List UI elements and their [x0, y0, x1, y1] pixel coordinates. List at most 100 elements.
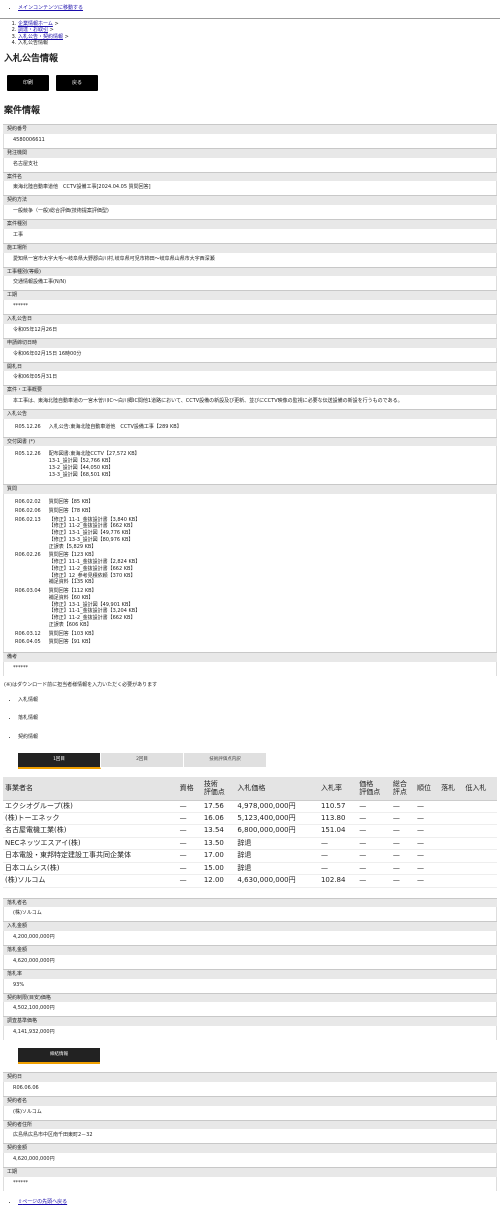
- table-cell: 13.54: [201, 824, 236, 838]
- field-label: 案件種別: [3, 219, 497, 229]
- file-link[interactable]: 配布図書:東海北陸CCTV【27,572 KB】 13-1_設計図【52,766…: [49, 451, 146, 478]
- table-cell: —: [318, 862, 358, 876]
- table-cell: (株)トーエネック: [3, 812, 178, 826]
- table-cell: 113.80: [318, 812, 358, 826]
- table-cell: —: [357, 824, 391, 838]
- tab-tech-score[interactable]: 技術評価点内訳: [184, 752, 267, 767]
- field-value: 令和06年02月15日 16時00分: [3, 347, 497, 362]
- table-cell: —: [357, 862, 391, 876]
- page-title: 入札公告情報: [4, 53, 59, 64]
- table-cell: —: [318, 837, 358, 851]
- field-value: R06.02.02 質問回答【85 KB】 R06.02.06 質問回答【78 KB】…: [3, 494, 497, 653]
- file-row: R05.12.26 配布図書:東海北陸CCTV【27,572 KB】 13-1_設…: [15, 451, 146, 478]
- file-link[interactable]: 質問回答【123 KB】 【修正】11-1_金抜設計書【2,824 KB】 【修…: [49, 552, 146, 586]
- skip-to-content-link[interactable]: メインコンテンツに移動する: [18, 5, 83, 11]
- table-cell: —: [390, 812, 415, 826]
- file-list: R05.12.26 入札公告:東海北陸自動車道他 CCTV設備工事【289 KB】: [13, 422, 190, 433]
- contract-field-label: 契約者住所: [3, 1119, 497, 1130]
- table-cell: 17.00: [201, 849, 236, 863]
- contract-field-value: 4,620,000,000円: [3, 1153, 497, 1168]
- table-cell: —: [415, 874, 440, 888]
- field-value: 本工事は、東海北陸自動車道の一宮木曽川IC～白川郷IC間他1道路において、CCT…: [3, 395, 497, 410]
- table-cell: 151.04: [318, 824, 358, 838]
- file-link[interactable]: 質問回答【112 KB】 補足資料【60 KB】 【修正】13-1_設計図【49…: [49, 588, 146, 629]
- table-row: NECネッツエスアイ(株) —13.50 辞退 — — — —: [3, 837, 497, 851]
- table-cell: エクシオグループ(株): [3, 800, 178, 814]
- table-cell: —: [357, 837, 391, 851]
- contract-field-label: 契約者名: [3, 1095, 497, 1106]
- file-date: R06.02.02: [15, 499, 41, 506]
- file-link[interactable]: 質問回答【78 KB】: [49, 508, 146, 515]
- column-header: 総合 評点: [390, 776, 415, 801]
- file-link[interactable]: 質問回答【91 KB】: [49, 639, 146, 646]
- table-cell: —: [357, 800, 391, 814]
- breadcrumb-link[interactable]: 入札公告・契約情報: [18, 34, 63, 40]
- file-date: R06.02.26: [15, 552, 41, 559]
- table-cell: 17.56: [201, 800, 236, 814]
- table-cell: 日本電設・東邦特定建設工事共同企業体: [3, 849, 178, 863]
- table-cell: —: [390, 800, 415, 814]
- info-link[interactable]: 契約情報: [18, 734, 38, 740]
- file-date: R06.03.12: [15, 630, 41, 637]
- breadcrumb-link[interactable]: 調達・お取引: [18, 27, 48, 33]
- tab-round-2[interactable]: 2回目: [101, 752, 184, 767]
- page-top-link[interactable]: ⇧ページの先頭へ戻る: [18, 1199, 67, 1205]
- tab-round-1[interactable]: 1回目: [18, 752, 101, 769]
- info-link[interactable]: 落札情報: [18, 715, 38, 721]
- file-date: R05.12.26: [15, 423, 41, 430]
- file-link[interactable]: 【修正】11-1_金抜設計書【3,840 KB】 【修正】11-2_金抜設計書【…: [49, 517, 146, 551]
- tab-contract-info[interactable]: 締結情報: [18, 1048, 100, 1065]
- bikou: 備考 ******: [3, 652, 497, 676]
- contract-field-value: R06.06.06: [3, 1081, 497, 1096]
- table-cell: —: [390, 824, 415, 838]
- table-cell: [463, 862, 497, 876]
- file-date: R06.04.05: [15, 639, 41, 646]
- table-cell: 名古屋電機工業(株): [3, 824, 178, 838]
- file-link[interactable]: 入札公告:東海北陸自動車道他 CCTV設備工事【289 KB】: [49, 424, 188, 431]
- table-cell: —: [415, 800, 440, 814]
- file-row: R06.02.06 質問回答【78 KB】: [15, 508, 146, 515]
- table-cell: —: [177, 862, 202, 876]
- divider: [0, 17, 500, 19]
- field-value: ******: [3, 661, 497, 676]
- table-cell: —: [415, 849, 440, 863]
- column-header: 入札率: [318, 776, 358, 801]
- file-link[interactable]: 質問回答【103 KB】: [49, 631, 146, 638]
- column-header: 落札: [439, 776, 464, 801]
- column-header: 事業者名: [3, 776, 178, 801]
- contract-field-value: 広島県広島市中区南千田東町2－32: [3, 1129, 497, 1144]
- table-cell: 13.50: [201, 837, 236, 851]
- file-link[interactable]: 質問回答【85 KB】: [49, 499, 146, 506]
- table-cell: —: [390, 837, 415, 851]
- table-cell: 4,978,000,000円: [235, 800, 319, 814]
- table-cell: 15.00: [201, 862, 236, 876]
- award-field-value: 4,141,932,000円: [3, 1026, 497, 1041]
- award-field-label: 落札金額: [3, 945, 497, 955]
- column-header: 低入札: [463, 776, 497, 801]
- field-value: 交通情報設備工事(N/N): [3, 276, 497, 291]
- table-cell: —: [177, 874, 202, 888]
- download-note: (※)はダウンロード前に担当者様情報を入力いただく必要があります: [4, 681, 158, 688]
- table-cell: —: [357, 812, 391, 826]
- contract-field-label: 契約金額: [3, 1143, 497, 1154]
- column-header: 技術 評価点: [201, 776, 236, 801]
- table-cell: [439, 849, 464, 863]
- field-value: 一般競争（一般)総合評価(技術提案評価型): [3, 205, 497, 220]
- table-cell: 辞退: [235, 862, 319, 876]
- breadcrumb-link[interactable]: 企業情報ホーム: [18, 21, 53, 27]
- file-date: R06.02.13: [15, 516, 41, 523]
- field-value: 4580006611: [3, 133, 497, 148]
- contract-field-label: 工期: [3, 1167, 497, 1177]
- field-label: 質問: [3, 484, 497, 495]
- print-button[interactable]: 印刷: [7, 74, 49, 91]
- table-cell: —: [177, 837, 202, 851]
- table-cell: —: [357, 849, 391, 863]
- field-value: 工事: [3, 228, 497, 243]
- field-label: 契約番号: [3, 124, 497, 134]
- file-row: R06.02.02 質問回答【85 KB】: [15, 499, 146, 506]
- info-link[interactable]: 入札情報: [18, 697, 38, 703]
- back-button[interactable]: 戻る: [56, 74, 98, 91]
- file-list: R06.02.02 質問回答【85 KB】 R06.02.06 質問回答【78 KB】…: [13, 497, 148, 648]
- field-value: 令和06年05月31日: [3, 371, 497, 386]
- breadcrumb: 企業情報ホーム > 調達・お取引 > 入札公告・契約情報 > 入札公告情報: [0, 21, 500, 47]
